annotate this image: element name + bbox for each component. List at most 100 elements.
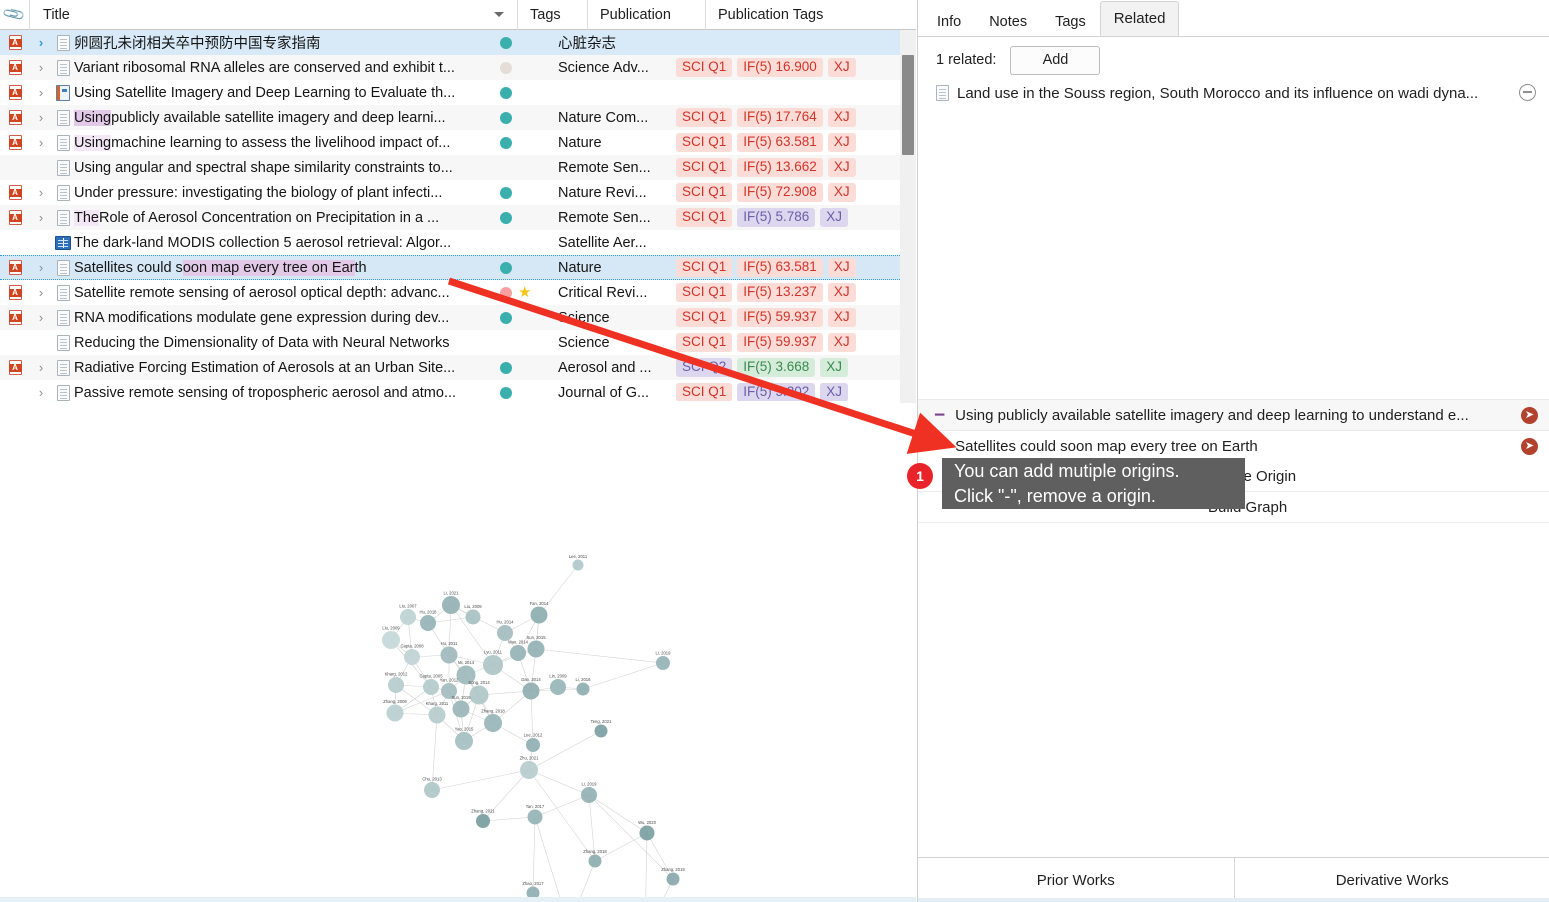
- row-attachment-cell[interactable]: [0, 305, 30, 330]
- row-attachment-cell[interactable]: [0, 55, 30, 80]
- graph-node[interactable]: [465, 609, 481, 625]
- pdf-icon[interactable]: [8, 360, 22, 375]
- tab-tags[interactable]: Tags: [1041, 7, 1100, 36]
- table-row[interactable]: › Using publicly available satellite imag…: [0, 105, 900, 130]
- row-expand-chevron-icon[interactable]: [30, 230, 52, 255]
- column-header-publication[interactable]: Publication: [588, 0, 706, 30]
- graph-node[interactable]: [420, 615, 436, 631]
- row-expand-chevron-icon[interactable]: ›: [30, 205, 52, 230]
- tab-notes[interactable]: Notes: [975, 7, 1042, 36]
- row-expand-chevron-icon[interactable]: ›: [30, 55, 52, 80]
- row-expand-chevron-icon[interactable]: ›: [30, 355, 52, 380]
- row-attachment-cell[interactable]: [0, 255, 30, 280]
- pdf-icon[interactable]: [8, 285, 22, 300]
- graph-node[interactable]: [666, 872, 680, 886]
- tab-prior-works[interactable]: Prior Works: [918, 858, 1235, 902]
- graph-node[interactable]: [400, 609, 416, 625]
- graph-node[interactable]: [550, 679, 566, 695]
- graph-node[interactable]: [594, 724, 608, 738]
- table-row[interactable]: Using angular and spectral shape similar…: [0, 155, 900, 180]
- graph-node[interactable]: [388, 677, 404, 693]
- table-row[interactable]: › 卵圆孔未闭相关卒中预防中国专家指南 心脏杂志: [0, 30, 900, 55]
- related-list-item[interactable]: Land use in the Souss region, South Moro…: [918, 80, 1549, 106]
- graph-node[interactable]: [386, 704, 404, 722]
- row-attachment-cell[interactable]: [0, 330, 30, 355]
- table-row[interactable]: › RNA modifications modulate gene express…: [0, 305, 900, 330]
- table-row[interactable]: › Using Satellite Imagery and Deep Learni…: [0, 80, 900, 105]
- graph-node[interactable]: [404, 649, 420, 665]
- row-expand-chevron-icon[interactable]: ›: [30, 255, 52, 280]
- remove-origin-minus-icon-2[interactable]: −: [934, 437, 945, 456]
- minus-circle-icon[interactable]: [1519, 84, 1536, 101]
- graph-node[interactable]: [483, 655, 503, 675]
- graph-node[interactable]: [588, 854, 602, 868]
- pdf-icon[interactable]: [8, 260, 22, 275]
- table-row[interactable]: › Satellite remote sensing of aerosol opt…: [0, 280, 900, 305]
- table-row[interactable]: › Satellites could soon map every tree on…: [0, 255, 900, 280]
- graph-node[interactable]: [428, 706, 446, 724]
- pdf-icon[interactable]: [8, 110, 22, 125]
- tab-related[interactable]: Related: [1099, 1, 1180, 36]
- graph-node[interactable]: [424, 782, 440, 798]
- graph-node[interactable]: [469, 685, 489, 705]
- table-row[interactable]: › Under pressure: investigating the biolo…: [0, 180, 900, 205]
- graph-node[interactable]: [452, 700, 470, 718]
- column-header-attachment[interactable]: 📎: [0, 0, 30, 30]
- arrow-right-circle-icon-2[interactable]: ➤: [1521, 438, 1538, 455]
- graph-node[interactable]: [440, 646, 458, 664]
- graph-node[interactable]: [639, 825, 655, 841]
- row-attachment-cell[interactable]: [0, 280, 30, 305]
- table-row[interactable]: The dark-land MODIS collection 5 aerosol…: [0, 230, 900, 255]
- table-row[interactable]: › Using machine learning to assess the li…: [0, 130, 900, 155]
- row-expand-chevron-icon[interactable]: ›: [30, 380, 52, 401]
- build-graph-action[interactable]: Build Graph: [918, 492, 1549, 523]
- row-expand-chevron-icon[interactable]: ›: [30, 30, 52, 55]
- row-expand-chevron-icon[interactable]: [30, 155, 52, 180]
- remove-origin-minus-icon[interactable]: −: [934, 406, 945, 425]
- pdf-icon[interactable]: [8, 310, 22, 325]
- graph-node[interactable]: [527, 640, 545, 658]
- scrollbar-thumb[interactable]: [902, 55, 914, 155]
- graph-node[interactable]: [656, 656, 670, 670]
- pdf-icon[interactable]: [8, 35, 22, 50]
- column-header-publication-tags[interactable]: Publication Tags: [706, 0, 892, 30]
- graph-node[interactable]: [423, 679, 439, 695]
- pdf-icon[interactable]: [8, 185, 22, 200]
- row-attachment-cell[interactable]: [0, 230, 30, 255]
- add-related-button[interactable]: Add: [1010, 45, 1101, 75]
- origin-row-1[interactable]: − Using publicly available satellite ima…: [918, 399, 1549, 430]
- graph-node[interactable]: [382, 631, 400, 649]
- row-expand-chevron-icon[interactable]: ›: [30, 105, 52, 130]
- pdf-icon[interactable]: [8, 85, 22, 100]
- graph-node[interactable]: [581, 787, 597, 803]
- graph-node[interactable]: [527, 809, 543, 825]
- graph-node[interactable]: [522, 682, 540, 700]
- graph-node[interactable]: [520, 761, 538, 779]
- graph-node[interactable]: [530, 606, 548, 624]
- row-expand-chevron-icon[interactable]: ›: [30, 280, 52, 305]
- citation-graph-panel[interactable]: Li, 2021 Hu, 2018 Liu, 2009 Liu, 2007 Liu, 2…: [0, 403, 916, 902]
- graph-node[interactable]: [576, 682, 590, 696]
- column-header-tags[interactable]: Tags: [518, 0, 588, 30]
- graph-node[interactable]: [442, 596, 460, 614]
- row-attachment-cell[interactable]: [0, 105, 30, 130]
- graph-node[interactable]: [484, 714, 502, 732]
- pdf-icon[interactable]: [8, 135, 22, 150]
- table-row[interactable]: › Radiative Forcing Estimation of Aerosol…: [0, 355, 900, 380]
- table-row[interactable]: › Passive remote sensing of tropospheric …: [0, 380, 900, 401]
- row-expand-chevron-icon[interactable]: ›: [30, 305, 52, 330]
- row-attachment-cell[interactable]: [0, 180, 30, 205]
- remove-origin-action[interactable]: Remove Origin: [918, 461, 1549, 492]
- row-attachment-cell[interactable]: [0, 380, 30, 401]
- row-attachment-cell[interactable]: [0, 80, 30, 105]
- graph-node[interactable]: [455, 732, 473, 750]
- tab-info[interactable]: Info: [923, 7, 976, 36]
- arrow-right-circle-icon[interactable]: ➤: [1521, 407, 1538, 424]
- graph-node[interactable]: [510, 645, 526, 661]
- row-attachment-cell[interactable]: [0, 205, 30, 230]
- origin-row-2[interactable]: − Satellites could soon map every tree o…: [918, 430, 1549, 461]
- table-row[interactable]: Reducing the Dimensionality of Data with…: [0, 330, 900, 355]
- row-expand-chevron-icon[interactable]: ›: [30, 180, 52, 205]
- pdf-icon[interactable]: [8, 60, 22, 75]
- table-row[interactable]: › The Role of Aerosol Concentration on Pr…: [0, 205, 900, 230]
